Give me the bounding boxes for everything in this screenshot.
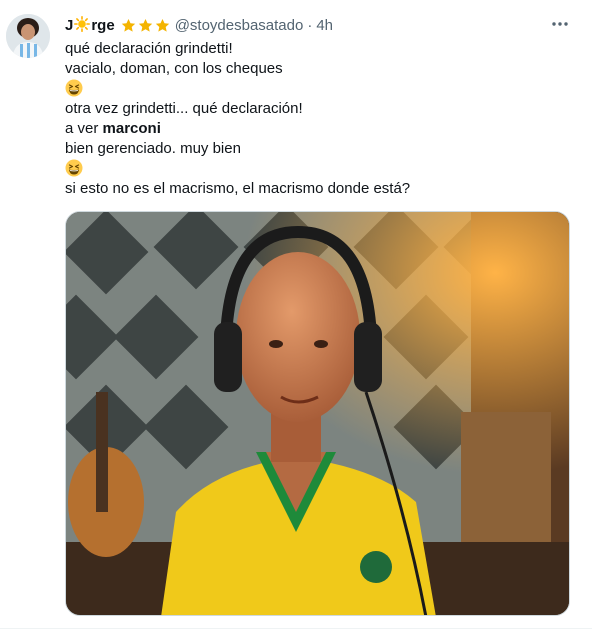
text-line: si esto no es el macrismo, el macrismo d… xyxy=(65,180,411,197)
text-line: bien gerenciado. muy bien xyxy=(65,140,241,157)
star-badges xyxy=(119,18,170,33)
more-dots-icon xyxy=(552,22,568,26)
grinning-squinting-face-emoji-icon xyxy=(65,79,83,97)
tweet-header: J rge @stoydesbasatado · 4h xyxy=(65,15,333,35)
display-name[interactable]: J rge xyxy=(65,16,115,34)
tweet-media[interactable] xyxy=(65,211,570,616)
text-line: otra vez grindetti... qué declaración! xyxy=(65,100,303,117)
tweet-text: qué declaración grindetti! vacialo, doma… xyxy=(65,39,570,199)
display-name-part2: rge xyxy=(91,17,115,34)
text-prefix: a ver xyxy=(65,120,103,137)
star-emoji-icon xyxy=(155,18,169,32)
text-line: qué declaración grindetti! xyxy=(65,40,233,57)
user-handle[interactable]: @stoydesbasatado xyxy=(175,17,304,34)
media-image xyxy=(66,212,569,615)
star-emoji-icon xyxy=(138,18,152,32)
timestamp[interactable]: 4h xyxy=(316,17,333,34)
separator-dot: · xyxy=(307,16,313,34)
tweet[interactable]: J rge @stoydesbasatado · 4h qué declarac… xyxy=(0,0,592,629)
avatar-image xyxy=(6,14,50,58)
sun-emoji-icon xyxy=(74,16,91,32)
more-button[interactable] xyxy=(548,14,572,34)
star-emoji-icon xyxy=(121,18,135,32)
display-name-part1: J xyxy=(65,17,74,34)
text-line: a ver marconi xyxy=(65,119,570,139)
avatar[interactable] xyxy=(6,14,50,58)
grinning-squinting-face-emoji-icon xyxy=(65,159,83,177)
text-line: vacialo, doman, con los cheques xyxy=(65,60,283,77)
bold-name: marconi xyxy=(102,120,161,137)
